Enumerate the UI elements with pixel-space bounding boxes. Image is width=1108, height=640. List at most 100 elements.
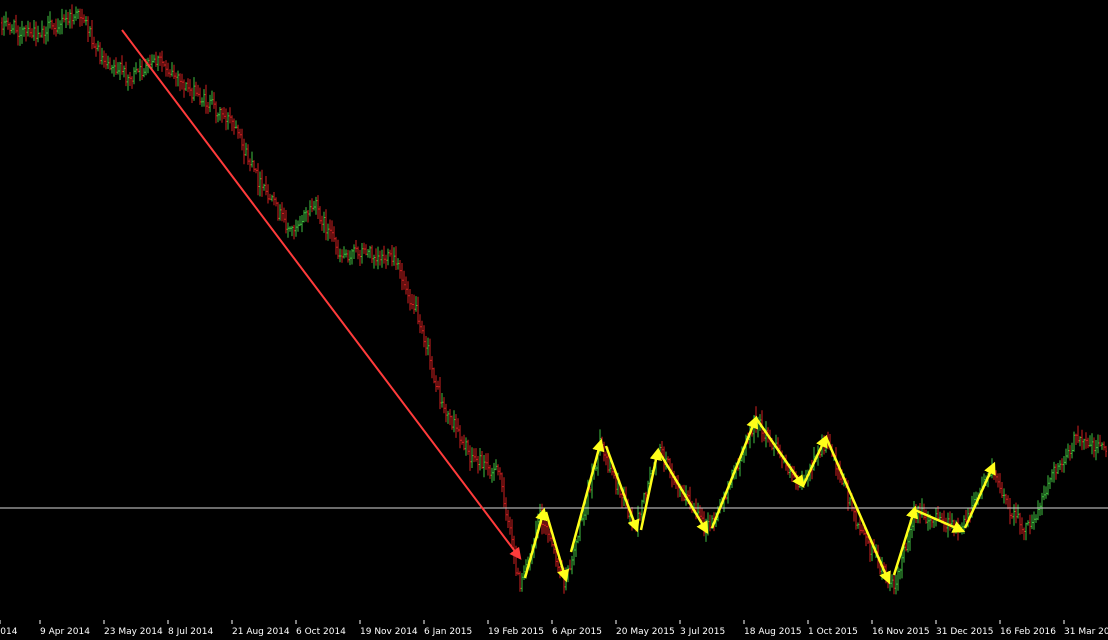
- ohlc-bar: [473, 448, 475, 463]
- ohlc-bar: [267, 184, 269, 204]
- ohlc-bar: [481, 451, 483, 469]
- ohlc-bar: [165, 60, 167, 77]
- ohlc-bar: [1101, 442, 1103, 450]
- ohlc-bar: [571, 555, 573, 575]
- ohlc-bar: [45, 26, 47, 45]
- ohlc-bar: [1055, 463, 1057, 480]
- ohlc-bar: [85, 16, 87, 26]
- ohlc-bar: [437, 380, 439, 390]
- ohlc-bar: [355, 240, 357, 253]
- ohlc-bar: [661, 441, 663, 455]
- ohlc-bar: [5, 11, 7, 27]
- ohlc-bar: [153, 54, 155, 63]
- ohlc-bar: [357, 246, 359, 260]
- ohlc-bar: [895, 574, 897, 595]
- ohlc-bar: [157, 55, 159, 71]
- ohlc-bar: [575, 539, 577, 557]
- ohlc-bar: [173, 64, 175, 79]
- ohlc-bar: [923, 503, 925, 520]
- ohlc-bar: [213, 92, 215, 109]
- ohlc-bar: [161, 50, 163, 72]
- ohlc-bar: [347, 249, 349, 263]
- ohlc-bar: [849, 497, 851, 506]
- ohlc-bar: [99, 42, 101, 65]
- ohlc-bar: [383, 245, 385, 264]
- ohlc-bar: [187, 78, 189, 93]
- ohlc-bar: [471, 447, 473, 468]
- ohlc-bar: [1037, 500, 1039, 521]
- x-tick-label: 9 Apr 2014: [40, 627, 90, 637]
- ohlc-bar: [569, 559, 571, 571]
- ohlc-bar: [1045, 486, 1047, 499]
- ohlc-bar: [893, 574, 895, 595]
- ohlc-bar: [925, 509, 927, 524]
- ohlc-bar: [3, 15, 5, 36]
- ohlc-bar: [511, 519, 513, 547]
- ohlc-bar: [1059, 460, 1061, 470]
- ohlc-bar: [1031, 514, 1033, 530]
- ohlc-bar: [7, 17, 9, 30]
- ohlc-bar: [337, 239, 339, 259]
- ohlc-bar: [487, 453, 489, 476]
- ohlc-bar: [377, 246, 379, 270]
- ohlc-bar: [273, 192, 275, 206]
- ohlc-bar: [387, 248, 389, 266]
- ohlc-bar: [285, 210, 287, 234]
- ohlc-bar: [65, 9, 67, 28]
- ohlc-bar: [227, 112, 229, 130]
- ohlc-bar: [371, 245, 373, 263]
- ohlc-bar: [339, 248, 341, 263]
- ohlc-bar: [183, 79, 185, 98]
- ohlc-bar: [281, 202, 283, 222]
- ohlc-bar: [171, 62, 173, 77]
- ohlc-bar: [853, 506, 855, 522]
- ohlc-bar: [997, 473, 999, 488]
- ohlc-bar: [109, 57, 111, 71]
- ohlc-bar: [71, 4, 73, 29]
- ohlc-bar: [475, 448, 477, 462]
- ohlc-bar: [369, 245, 371, 259]
- ohlc-bar: [603, 441, 605, 462]
- ohlc-bar: [137, 68, 139, 73]
- ohlc-bar: [315, 196, 317, 215]
- ohlc-bar: [545, 521, 547, 535]
- ohlc-bar: [349, 250, 351, 266]
- ohlc-bar: [263, 183, 265, 191]
- ohlc-bar: [373, 254, 375, 269]
- ohlc-bar: [117, 62, 119, 75]
- ohlc-bar: [939, 511, 941, 521]
- ohlc-bar: [1029, 514, 1031, 535]
- ohlc-bar: [1081, 429, 1083, 451]
- price-chart: b 2014 9 Apr 2014 23 May 2014 8 Jul 2014 21 …: [0, 0, 1108, 640]
- ohlc-bar: [1073, 431, 1075, 452]
- ohlc-bar: [203, 89, 205, 107]
- ohlc-bar: [23, 26, 25, 37]
- ohlc-bar: [639, 511, 641, 521]
- ohlc-bar: [185, 82, 187, 91]
- ohlc-bar: [255, 168, 257, 174]
- ohlc-bar: [965, 509, 967, 523]
- ohlc-bar: [169, 69, 171, 78]
- ohlc-bar: [399, 260, 401, 279]
- ohlc-bar: [489, 465, 491, 479]
- ohlc-bar: [453, 410, 455, 433]
- ohlc-bar: [105, 53, 107, 70]
- x-tick-label: 23 May 2014: [104, 627, 163, 637]
- ohlc-bar: [905, 542, 907, 552]
- ohlc-bar: [935, 508, 937, 527]
- ohlc-bar: [321, 215, 323, 231]
- ohlc-bar: [251, 151, 253, 168]
- ohlc-bar: [47, 15, 49, 42]
- ohlc-bar: [205, 84, 207, 114]
- ohlc-bar: [13, 19, 15, 35]
- ohlc-bar: [493, 462, 495, 481]
- ohlc-bar: [41, 20, 43, 38]
- ohlc-bar: [463, 434, 465, 451]
- ohlc-bar: [459, 425, 461, 449]
- ohlc-bar: [441, 393, 443, 408]
- ohlc-bar: [43, 25, 45, 44]
- ohlc-bar: [333, 226, 335, 242]
- ohlc-bar: [253, 160, 255, 172]
- ohlc-bar: [93, 36, 95, 49]
- ohlc-bar: [667, 456, 669, 463]
